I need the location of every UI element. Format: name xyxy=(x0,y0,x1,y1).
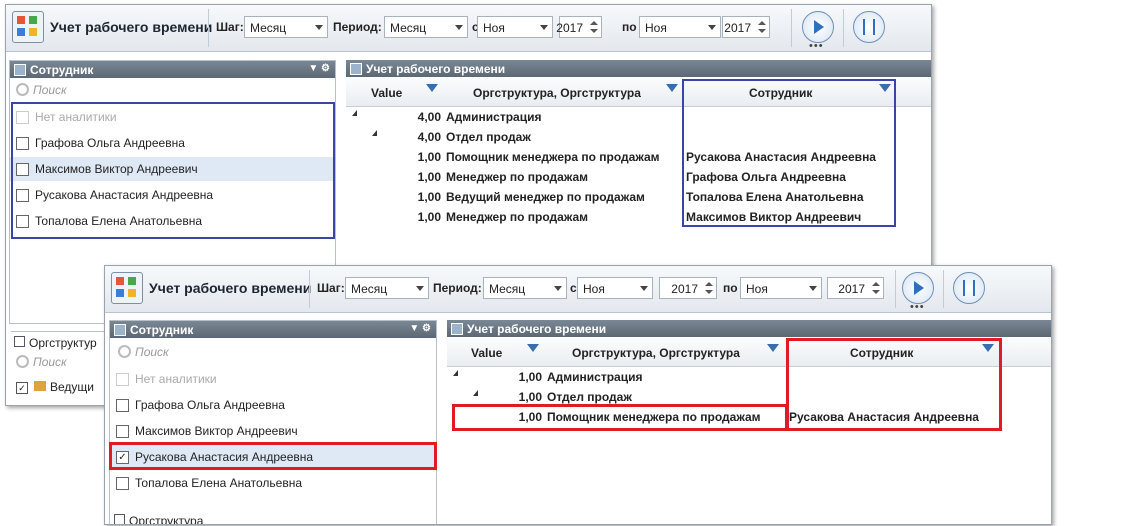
separator xyxy=(843,9,844,47)
col-org[interactable]: Оргструктура, Оргструктура xyxy=(473,86,641,100)
panel-icon xyxy=(114,514,125,524)
from-month-select[interactable]: Ноя xyxy=(477,16,553,38)
settings-button[interactable] xyxy=(853,11,885,43)
checkbox-icon[interactable] xyxy=(116,399,129,412)
filter-icon[interactable] xyxy=(666,84,678,92)
checkbox-icon[interactable] xyxy=(116,425,129,438)
org-icon xyxy=(34,381,46,391)
to-label: по xyxy=(622,20,637,34)
checkbox-icon[interactable] xyxy=(116,477,129,490)
grid-title: Учет рабочего времени xyxy=(467,322,607,336)
app-title: Учет рабочего времени xyxy=(50,19,213,35)
separator xyxy=(895,270,896,308)
app-icon xyxy=(12,11,44,43)
checkbox-icon[interactable]: ✓ xyxy=(16,382,28,394)
front-toolbar: Учет рабочего времени Шаг: Месяц Период:… xyxy=(105,266,1051,313)
checkbox-icon[interactable] xyxy=(116,373,129,386)
employee-panel-header: Сотрудник ▼ ⚙ xyxy=(110,321,436,338)
to-year-spinner[interactable]: 2017 xyxy=(827,277,884,299)
list-item[interactable]: Топалова Елена Анатольевна xyxy=(110,471,436,495)
list-item[interactable]: Графова Ольга Андреевна xyxy=(110,393,436,417)
collapse-icon[interactable] xyxy=(372,130,377,136)
col-value[interactable]: Value xyxy=(471,346,502,360)
filter-icon[interactable] xyxy=(767,344,779,352)
app-title: Учет рабочего времени xyxy=(149,280,312,296)
grid-icon xyxy=(350,63,362,75)
from-year-spinner[interactable]: 2017 xyxy=(659,277,717,299)
step-select[interactable]: Месяц xyxy=(345,277,429,299)
to-month-select[interactable]: Ноя xyxy=(740,277,822,299)
back-toolbar: Учет рабочего времени Шаг: Месяц Период:… xyxy=(6,5,931,52)
separator xyxy=(791,9,792,47)
front-window: Учет рабочего времени Шаг: Месяц Период:… xyxy=(104,265,1052,525)
step-select[interactable]: Месяц xyxy=(244,16,328,38)
grid-icon xyxy=(451,323,463,335)
toolbar-more[interactable]: ••• xyxy=(910,301,925,313)
list-item[interactable]: Максимов Виктор Андреевич xyxy=(110,419,436,443)
play-icon xyxy=(914,281,924,295)
employee-panel-title: Сотрудник xyxy=(30,63,94,77)
filter-icon[interactable] xyxy=(426,84,438,92)
step-label: Шаг: xyxy=(317,281,345,295)
highlight-frame xyxy=(682,79,896,227)
collapse-icon[interactable] xyxy=(352,110,357,116)
orgstructure-title: Оргструктур xyxy=(29,336,97,350)
col-value[interactable]: Value xyxy=(371,86,402,100)
to-year-spinner[interactable]: 2017 xyxy=(722,16,770,38)
employee-search[interactable]: Поиск xyxy=(16,83,67,103)
col-org[interactable]: Оргструктура, Оргструктура xyxy=(572,346,740,360)
from-label: с xyxy=(570,281,577,295)
from-year-spinner[interactable]: 2017 xyxy=(556,16,602,38)
highlight-frame xyxy=(109,442,437,470)
filter-icon[interactable]: ▼ ⚙ xyxy=(409,323,431,334)
period-label: Период: xyxy=(333,20,382,34)
filter-icon[interactable]: ▼ ⚙ xyxy=(308,63,330,74)
separator xyxy=(309,270,310,308)
app-icon xyxy=(111,272,143,304)
list-item[interactable]: ✓ Ведущи xyxy=(16,380,94,394)
settings-icon xyxy=(963,280,975,296)
period-select[interactable]: Месяц xyxy=(384,16,468,38)
grid-title: Учет рабочего времени xyxy=(366,62,506,76)
highlight-frame xyxy=(786,338,1002,431)
orgstructure-title: Оргструктура xyxy=(129,514,204,525)
orgstructure-section[interactable]: Оргструктур xyxy=(11,331,109,350)
orgstructure-search[interactable]: Поиск xyxy=(16,355,67,375)
step-label: Шаг: xyxy=(216,20,244,34)
to-month-select[interactable]: Ноя xyxy=(639,16,721,38)
employee-panel-header: Сотрудник ▼ ⚙ xyxy=(10,61,335,78)
to-label: по xyxy=(723,281,738,295)
panel-icon xyxy=(114,324,126,336)
search-icon xyxy=(16,355,29,368)
search-icon xyxy=(16,83,29,96)
employee-panel: Сотрудник ▼ ⚙ Поиск Нет аналитики Графов… xyxy=(109,320,437,525)
play-icon xyxy=(814,20,824,34)
search-icon xyxy=(118,345,131,358)
grid-header-bar: Учет рабочего времени xyxy=(346,60,931,77)
toolbar-more[interactable]: ••• xyxy=(809,40,824,52)
run-button[interactable] xyxy=(902,272,934,304)
highlight-frame xyxy=(11,102,335,239)
settings-button[interactable] xyxy=(953,272,985,304)
from-month-select[interactable]: Ноя xyxy=(577,277,653,299)
panel-icon xyxy=(14,64,26,76)
collapse-icon[interactable] xyxy=(453,370,458,376)
settings-icon xyxy=(863,19,875,35)
run-button[interactable] xyxy=(802,11,834,43)
filter-icon[interactable] xyxy=(527,344,539,352)
period-select[interactable]: Месяц xyxy=(483,277,567,299)
collapse-icon[interactable] xyxy=(473,390,478,396)
highlight-frame xyxy=(452,404,788,431)
separator xyxy=(208,9,209,47)
period-label: Период: xyxy=(433,281,482,295)
employee-search[interactable]: Поиск xyxy=(118,345,169,365)
employee-panel-title: Сотрудник xyxy=(130,323,194,337)
orgstructure-section[interactable]: Оргструктура xyxy=(110,511,204,525)
list-item[interactable]: Нет аналитики xyxy=(110,367,436,391)
separator xyxy=(943,270,944,308)
grid-header-bar: Учет рабочего времени xyxy=(447,320,1051,337)
panel-icon xyxy=(14,336,25,347)
